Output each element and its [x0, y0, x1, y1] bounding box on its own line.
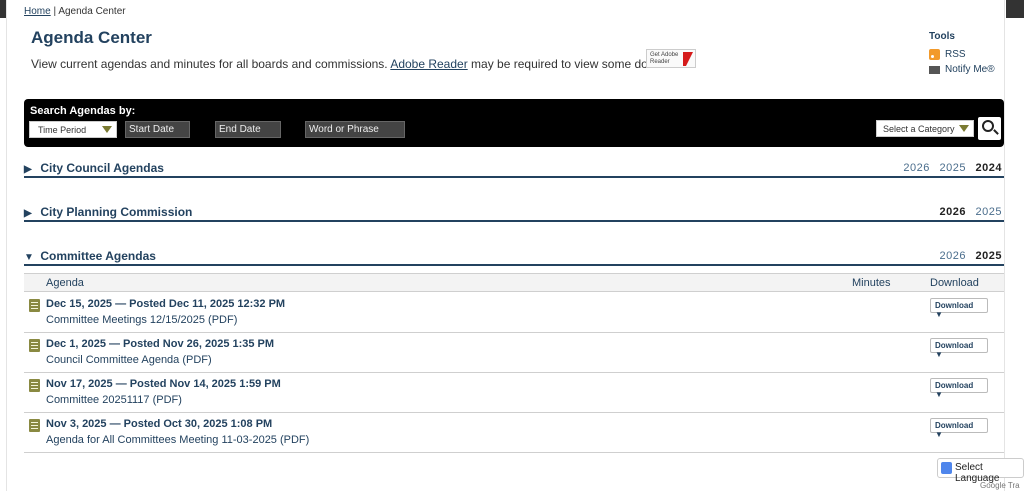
year-link[interactable]: 2026	[939, 250, 965, 262]
column-header-minutes: Minutes	[852, 277, 891, 289]
year-links: 2026 2025	[933, 250, 1002, 262]
download-button[interactable]: Download ▼	[930, 418, 988, 439]
time-period-select[interactable]: Time Period	[29, 121, 117, 138]
translate-label: Tra	[1007, 481, 1020, 490]
right-edge-mark	[1006, 0, 1024, 18]
agenda-date-link[interactable]: Nov 17, 2025 — Posted Nov 14, 2025 1:59 …	[46, 378, 281, 390]
column-header-download: Download	[930, 277, 979, 289]
notify-me-label: Notify Me®	[945, 64, 995, 75]
agenda-file-link[interactable]: Committee Meetings 12/15/2025 (PDF)	[46, 314, 237, 326]
adobe-badge-text: Get Adobe Reader	[650, 52, 679, 65]
intro-text: View current agendas and minutes for all…	[31, 57, 697, 71]
agenda-file-link[interactable]: Council Committee Agenda (PDF)	[46, 354, 212, 366]
section-name: Committee Agendas	[40, 249, 156, 263]
google-translate-icon	[941, 462, 952, 474]
adobe-logo-icon	[683, 52, 693, 66]
breadcrumb: Home | Agenda Center	[24, 6, 126, 17]
document-icon	[29, 379, 40, 392]
document-icon	[29, 419, 40, 432]
search-button[interactable]	[978, 117, 1001, 140]
start-date-input[interactable]: Start Date	[125, 121, 190, 138]
document-icon	[29, 299, 40, 312]
year-links: 2026 2025	[933, 206, 1002, 218]
word-or-phrase-input[interactable]: Word or Phrase	[305, 121, 405, 138]
search-label: Search Agendas by:	[30, 105, 136, 117]
year-link[interactable]: 2025	[976, 206, 1002, 218]
agenda-file-link[interactable]: Agenda for All Committees Meeting 11-03-…	[46, 434, 309, 446]
adobe-reader-link[interactable]: Adobe Reader	[390, 57, 467, 71]
section-title[interactable]: ▶ City Council Agendas	[24, 161, 164, 175]
adobe-reader-badge[interactable]: Get Adobe Reader	[646, 49, 696, 68]
google-label: Google	[980, 481, 1006, 490]
year-link[interactable]: 2025	[939, 162, 965, 174]
agenda-date-link[interactable]: Dec 15, 2025 — Posted Dec 11, 2025 12:32…	[46, 298, 285, 310]
agenda-file-link[interactable]: Committee 20251117 (PDF)	[46, 394, 182, 406]
table-row: Dec 15, 2025 — Posted Dec 11, 2025 12:32…	[24, 293, 1004, 333]
section-title[interactable]: ▼ Committee Agendas	[24, 249, 156, 263]
powered-by-translate: Google Tra	[980, 481, 1020, 490]
year-link-current[interactable]: 2026	[939, 206, 965, 218]
column-header-agenda: Agenda	[46, 277, 84, 289]
breadcrumb-home-link[interactable]: Home	[24, 6, 51, 17]
rss-link[interactable]: RSS	[929, 47, 1009, 62]
breadcrumb-current: Agenda Center	[58, 6, 126, 17]
table-row: Nov 3, 2025 — Posted Oct 30, 2025 1:08 P…	[24, 413, 1004, 453]
mail-icon	[929, 65, 940, 74]
category-select[interactable]: Select a Category	[876, 120, 974, 137]
section-city-council[interactable]: ▶ City Council Agendas 2026 2025 2024	[24, 159, 1004, 178]
section-name: City Planning Commission	[40, 205, 193, 219]
collapse-arrow-icon: ▼	[24, 252, 34, 263]
select-language-dropdown[interactable]: Select Language	[937, 458, 1024, 484]
agenda-date-link[interactable]: Dec 1, 2025 — Posted Nov 26, 2025 1:35 P…	[46, 338, 274, 350]
chevron-down-icon	[102, 126, 112, 133]
time-period-label: Time Period	[38, 125, 87, 135]
rss-icon	[929, 49, 940, 60]
end-date-input[interactable]: End Date	[215, 121, 281, 138]
page-title: Agenda Center	[31, 28, 152, 47]
page-container: Home | Agenda Center Agenda Center View …	[6, 0, 1005, 491]
document-icon	[29, 339, 40, 352]
breadcrumb-separator: |	[53, 6, 57, 17]
year-link-current[interactable]: 2024	[976, 162, 1002, 174]
expand-arrow-icon: ▶	[24, 208, 32, 219]
rss-label: RSS	[945, 49, 966, 60]
year-links: 2026 2025 2024	[897, 162, 1002, 174]
chevron-down-icon	[959, 125, 969, 132]
section-name: City Council Agendas	[40, 161, 164, 175]
table-row: Nov 17, 2025 — Posted Nov 14, 2025 1:59 …	[24, 373, 1004, 413]
section-committee-agendas[interactable]: ▼ Committee Agendas 2026 2025	[24, 247, 1004, 266]
search-icon-handle	[993, 129, 999, 135]
download-button[interactable]: Download ▼	[930, 298, 988, 319]
agenda-table-header: Agenda Minutes Download	[24, 273, 1004, 292]
category-label: Select a Category	[883, 124, 955, 134]
expand-arrow-icon: ▶	[24, 164, 32, 175]
download-button[interactable]: Download ▼	[930, 338, 988, 359]
download-button[interactable]: Download ▼	[930, 378, 988, 399]
tools-panel: Tools RSS Notify Me®	[929, 31, 1009, 77]
table-row: Dec 1, 2025 — Posted Nov 26, 2025 1:35 P…	[24, 333, 1004, 373]
notify-me-link[interactable]: Notify Me®	[929, 62, 1009, 77]
section-city-planning[interactable]: ▶ City Planning Commission 2026 2025	[24, 203, 1004, 222]
tools-heading: Tools	[929, 31, 955, 42]
agenda-date-link[interactable]: Nov 3, 2025 — Posted Oct 30, 2025 1:08 P…	[46, 418, 272, 430]
section-title[interactable]: ▶ City Planning Commission	[24, 205, 192, 219]
year-link[interactable]: 2026	[903, 162, 929, 174]
agenda-search-bar: Search Agendas by: Time Period Start Dat…	[24, 99, 1004, 147]
year-link-current[interactable]: 2025	[976, 250, 1002, 262]
intro-prefix: View current agendas and minutes for all…	[31, 57, 388, 71]
